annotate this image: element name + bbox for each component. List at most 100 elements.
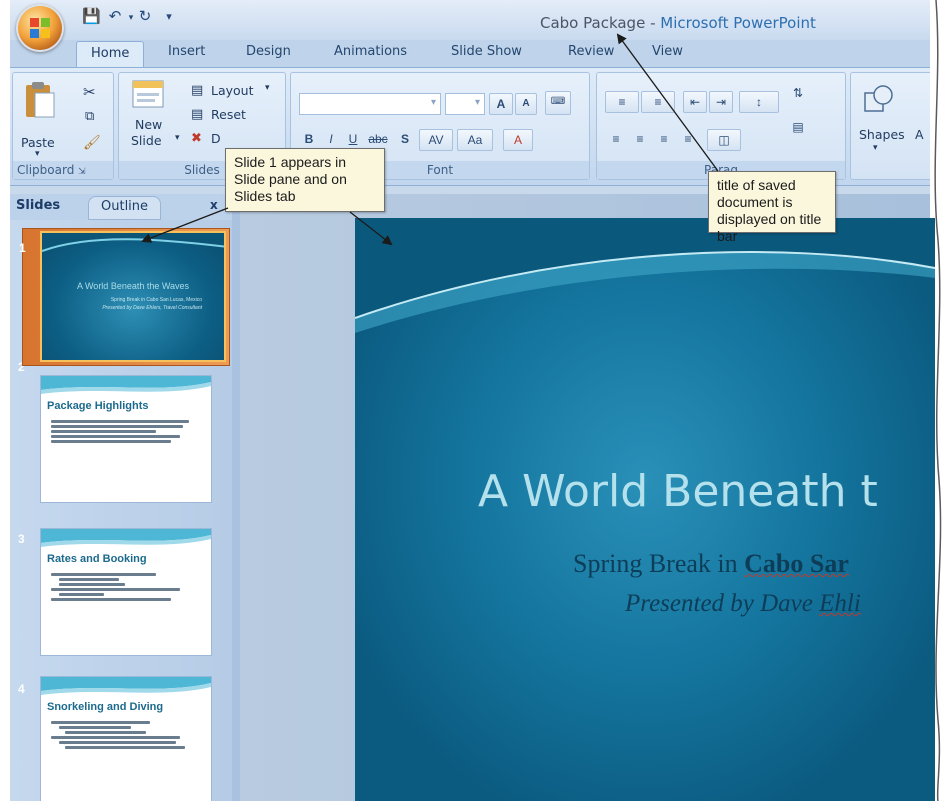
- paste-button[interactable]: Paste: [21, 135, 55, 150]
- numbering-icon[interactable]: ≡: [641, 91, 675, 113]
- subtitle-text: Presented by Dave: [625, 590, 820, 617]
- thumb-body: [51, 418, 201, 445]
- copy-icon[interactable]: ⧉: [85, 109, 94, 124]
- tab-insert[interactable]: Insert: [168, 44, 205, 59]
- paste-dropdown-icon[interactable]: ▾: [35, 149, 40, 159]
- font-size-combo[interactable]: [445, 93, 485, 115]
- slide-pane-callout: Slide 1 appears in Slide pane and on Sli…: [225, 148, 385, 212]
- tab-outline[interactable]: Outline: [88, 196, 162, 220]
- new-slide-label-1[interactable]: New: [135, 117, 162, 132]
- subtitle-text: Spring Break in: [573, 549, 745, 578]
- slide-thumbnail-2[interactable]: Package Highlights: [40, 375, 212, 503]
- clipboard-group: Paste ▾ ✂ ⧉ 🖌 Clipboard ⇲: [12, 72, 114, 180]
- new-slide-dropdown-icon[interactable]: ▾: [175, 133, 180, 143]
- align-right-icon[interactable]: ≡: [653, 129, 675, 151]
- new-slide-label-2[interactable]: Slide: [131, 133, 162, 148]
- decrease-indent-icon[interactable]: ⇤: [683, 91, 707, 113]
- thumb-subtitle-2: Presented by Dave Ehlers, Travel Consult…: [102, 305, 202, 311]
- columns-icon[interactable]: ◫: [707, 129, 741, 151]
- window-title: Cabo Package - Microsoft PowerPoint: [540, 14, 816, 32]
- pane-tab-row: Slides Outline x: [10, 194, 232, 220]
- spelling-error-text: Ehli: [819, 590, 861, 617]
- tab-design[interactable]: Design: [246, 44, 291, 59]
- thumb-title: Package Highlights: [47, 400, 149, 412]
- text-shadow-button[interactable]: S: [395, 129, 415, 151]
- wave-decoration: [41, 376, 211, 394]
- align-text-icon[interactable]: ▤: [785, 117, 811, 139]
- slide-title[interactable]: A World Beneath t: [478, 466, 878, 517]
- thumb-title: A World Beneath the Waves: [76, 281, 190, 291]
- wave-decoration: [355, 218, 935, 333]
- slide-thumbnail-4[interactable]: Snorkeling and Diving: [40, 676, 212, 801]
- justify-icon[interactable]: ≡: [677, 129, 699, 151]
- title-bar: 💾 ↶ ▾ ↻ ▾ Cabo Package - Microsoft Power…: [10, 0, 930, 40]
- torn-edge: [934, 0, 947, 801]
- slide-subtitle-2[interactable]: Presented by Dave Ehli: [625, 590, 861, 618]
- tab-home[interactable]: Home: [76, 41, 145, 67]
- title-separator: -: [645, 14, 661, 32]
- thumb-body: [51, 571, 201, 603]
- wave-decoration: [42, 233, 224, 252]
- slide-subtitle-1[interactable]: Spring Break in Cabo Sar: [573, 549, 849, 579]
- character-spacing-button[interactable]: AV: [419, 129, 453, 151]
- font-name-combo[interactable]: [299, 93, 441, 115]
- layout-button[interactable]: Layout: [211, 83, 254, 98]
- grow-font-button[interactable]: A: [489, 93, 513, 115]
- font-color-button[interactable]: A: [503, 129, 533, 151]
- drawing-group: Shapes A ▾: [850, 72, 930, 180]
- layout-icon[interactable]: ▤: [191, 83, 203, 98]
- reset-icon[interactable]: ▤: [191, 107, 203, 122]
- slide-canvas[interactable]: A World Beneath t Spring Break in Cabo S…: [355, 218, 935, 801]
- thumb-number: 1: [19, 241, 26, 255]
- tab-review[interactable]: Review: [568, 44, 614, 59]
- subtitle-bold-text: Cabo Sar: [744, 549, 849, 578]
- wave-decoration: [41, 677, 211, 695]
- close-pane-icon[interactable]: x: [210, 198, 218, 212]
- redo-icon[interactable]: ↻: [136, 8, 154, 26]
- shrink-font-button[interactable]: A: [515, 93, 537, 115]
- tab-animations[interactable]: Animations: [334, 44, 407, 59]
- shapes-button[interactable]: Shapes: [859, 127, 905, 142]
- slide-thumbnail-1[interactable]: A World Beneath the Waves Spring Break i…: [40, 231, 226, 362]
- pane-splitter[interactable]: [232, 194, 240, 801]
- thumb-number: 4: [18, 682, 25, 696]
- new-slide-icon: [132, 80, 164, 108]
- shapes-dropdown-icon[interactable]: ▾: [873, 143, 878, 153]
- thumb-subtitle-1: Spring Break in Cabo San Lucas, Mexico: [110, 297, 202, 303]
- thumb-body: [51, 719, 201, 751]
- cut-icon[interactable]: ✂: [83, 83, 96, 101]
- document-title: Cabo Package: [540, 14, 646, 32]
- title-bar-callout: title of saved document is displayed on …: [708, 171, 836, 244]
- align-center-icon[interactable]: ≡: [629, 129, 651, 151]
- bullets-icon[interactable]: ≡: [605, 91, 639, 113]
- text-direction-icon[interactable]: ⇅: [785, 83, 811, 113]
- change-case-button[interactable]: Aa: [457, 129, 493, 151]
- align-left-icon[interactable]: ≡: [605, 129, 627, 151]
- tab-slides[interactable]: Slides: [16, 198, 60, 213]
- delete-icon[interactable]: ✖: [191, 131, 202, 146]
- reset-button[interactable]: Reset: [211, 107, 246, 122]
- dialog-launcher-icon[interactable]: ⇲: [78, 167, 86, 177]
- clear-formatting-icon[interactable]: ⌨: [545, 91, 571, 115]
- arrange-button[interactable]: A: [915, 127, 924, 142]
- app-name: Microsoft PowerPoint: [660, 14, 816, 32]
- office-logo-icon: [30, 18, 50, 38]
- ribbon: Paste ▾ ✂ ⧉ 🖌 Clipboard ⇲ New Slide ▾ ▤ …: [10, 67, 930, 186]
- clipboard-label: Clipboard: [17, 163, 75, 177]
- paste-icon: [26, 82, 55, 118]
- delete-button[interactable]: D: [211, 131, 221, 146]
- increase-indent-icon[interactable]: ⇥: [709, 91, 733, 113]
- wave-decoration: [41, 529, 211, 547]
- layout-dropdown-icon[interactable]: ▾: [265, 83, 270, 93]
- tab-view[interactable]: View: [652, 44, 683, 59]
- slide-thumbnail-3[interactable]: Rates and Booking: [40, 528, 212, 656]
- shapes-icon: [864, 85, 893, 112]
- tab-slide-show[interactable]: Slide Show: [451, 44, 522, 59]
- customize-qat-icon[interactable]: ▾: [160, 8, 178, 26]
- thumb-number: 3: [18, 532, 25, 546]
- line-spacing-icon[interactable]: ↕: [739, 91, 779, 113]
- format-painter-icon[interactable]: 🖌: [83, 135, 101, 151]
- paragraph-group: ≡ ≡ ⇤ ⇥ ↕ ⇅ ≡ ≡ ≡ ≡ ◫ ▤ Parag: [596, 72, 846, 180]
- office-button[interactable]: [16, 4, 64, 52]
- save-icon[interactable]: 💾: [82, 8, 101, 26]
